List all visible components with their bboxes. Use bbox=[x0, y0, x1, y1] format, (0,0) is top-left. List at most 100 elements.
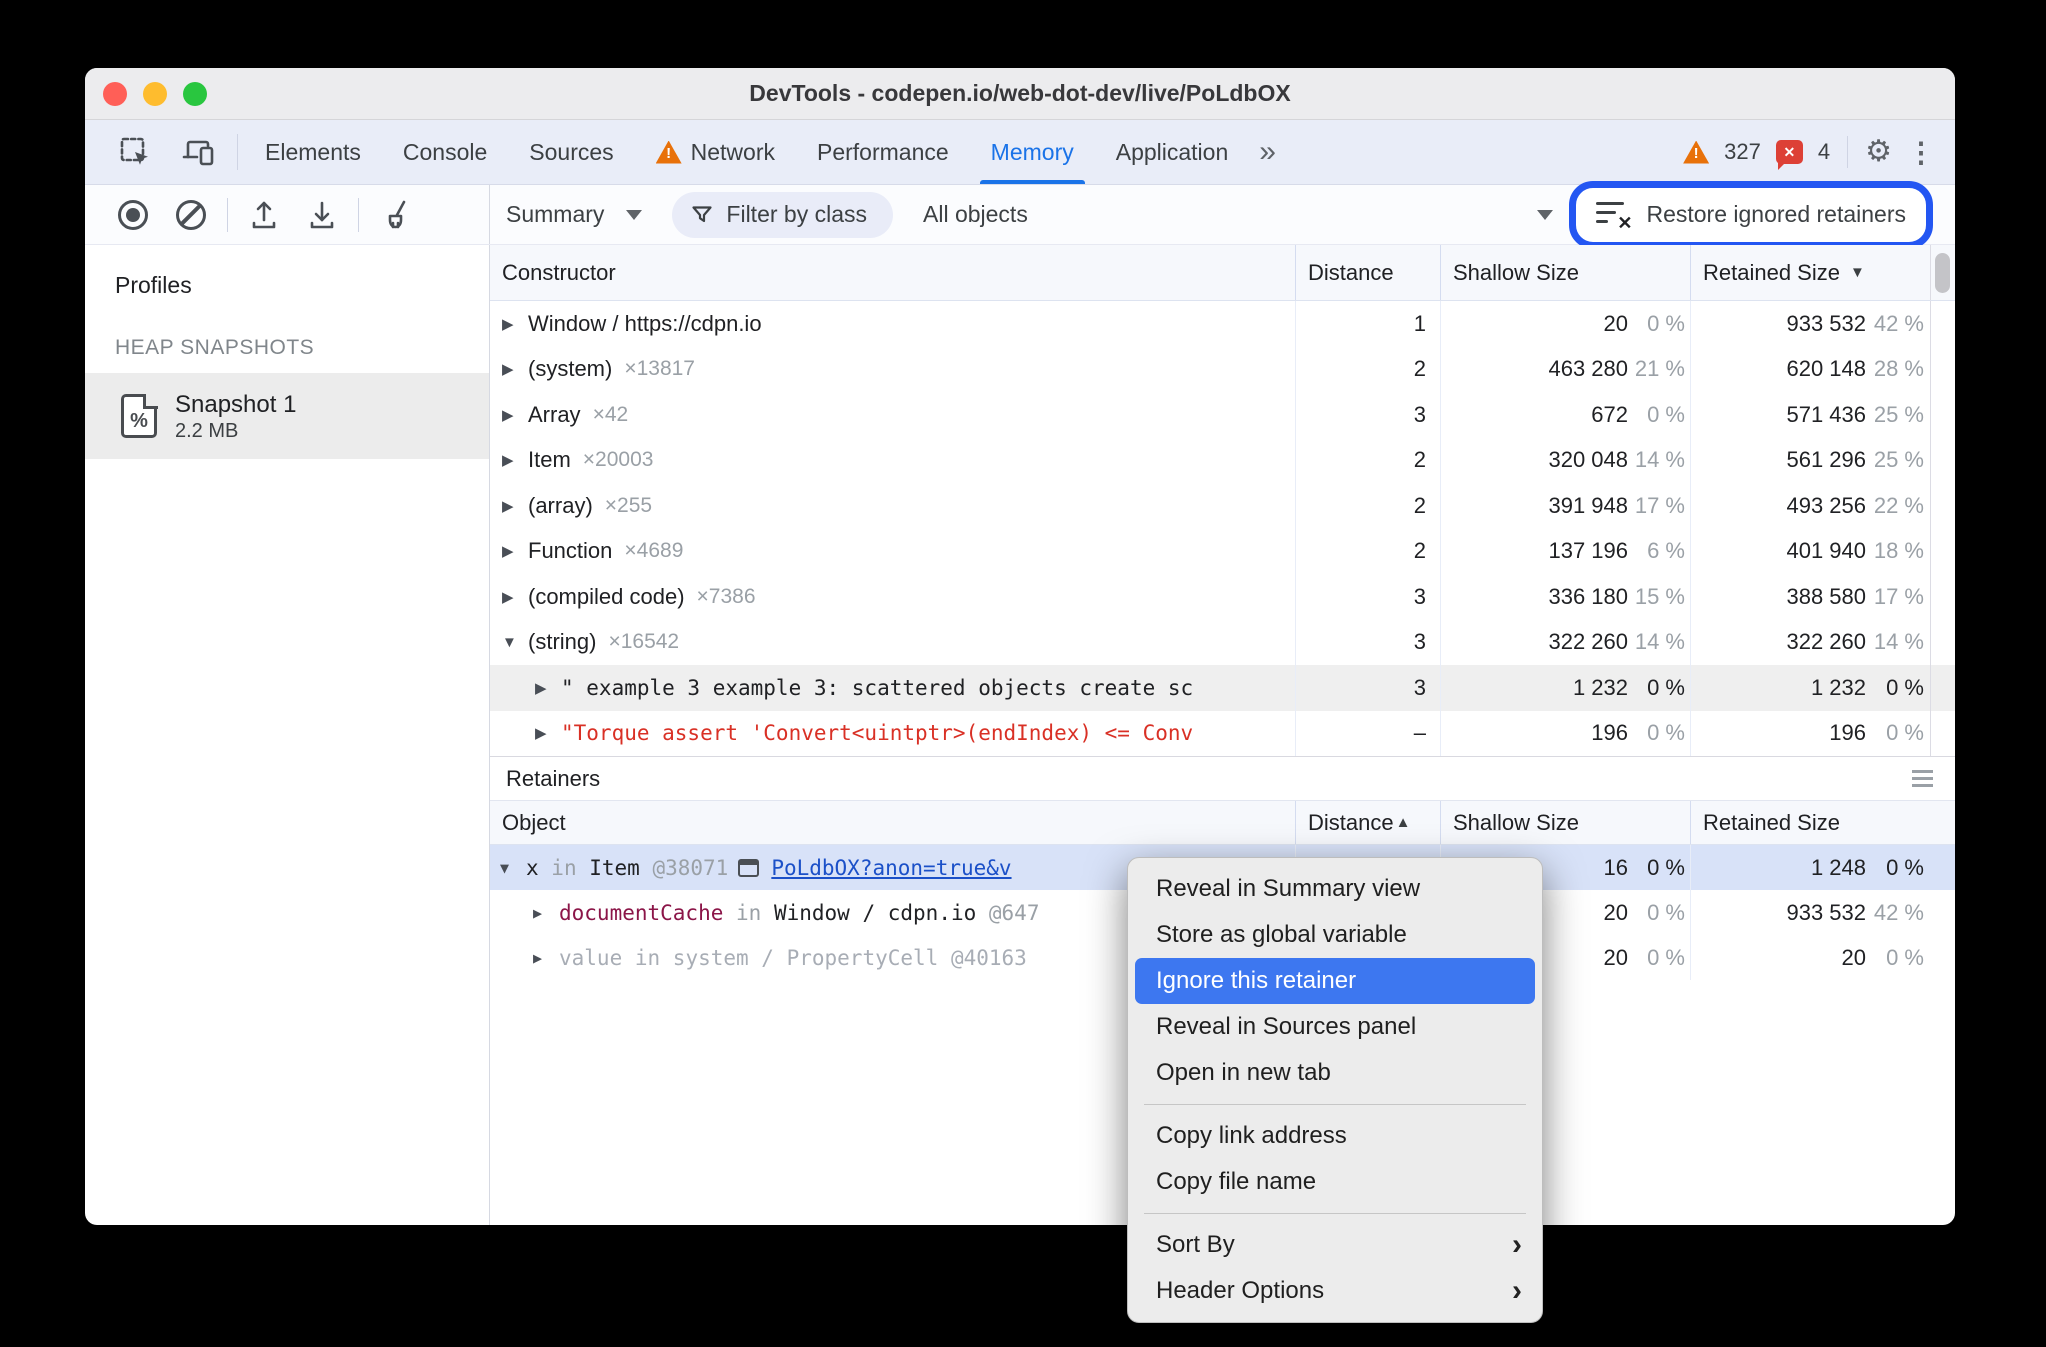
close-window-button[interactable] bbox=[103, 82, 127, 106]
tab-network[interactable]: ! Network bbox=[635, 120, 796, 184]
menu-divider bbox=[1144, 1104, 1526, 1105]
table-row[interactable]: ▶ (system) ×13817 2 463 280 21 % 620 148 28 … bbox=[490, 346, 1955, 392]
tab-performance[interactable]: Performance bbox=[796, 120, 970, 184]
restore-ignored-retainers-button[interactable]: ✕ Restore ignored retainers bbox=[1569, 180, 1933, 249]
column-header-constructor[interactable]: Constructor bbox=[490, 245, 1295, 300]
network-warning-icon: ! bbox=[655, 140, 682, 164]
clear-profiles-icon[interactable] bbox=[165, 193, 217, 237]
menu-item-copy-file-name[interactable]: Copy file name bbox=[1128, 1159, 1542, 1205]
menu-item-open-in-new-tab[interactable]: Open in new tab bbox=[1128, 1050, 1542, 1096]
zoom-window-button[interactable] bbox=[183, 82, 207, 106]
reveal-object-icon[interactable] bbox=[738, 858, 760, 877]
expand-icon[interactable]: ▶ bbox=[502, 406, 528, 424]
expand-icon[interactable]: ▶ bbox=[533, 949, 559, 967]
collapse-icon[interactable]: ▼ bbox=[502, 634, 528, 651]
load-profile-icon[interactable] bbox=[238, 193, 290, 237]
context-menu: Reveal in Summary view Store as global v… bbox=[1127, 857, 1543, 1323]
record-heap-snapshot-icon[interactable] bbox=[107, 193, 159, 237]
warning-count[interactable]: 327 bbox=[1724, 139, 1761, 165]
tab-console[interactable]: Console bbox=[382, 120, 508, 184]
expand-icon[interactable]: ▶ bbox=[502, 542, 528, 560]
expand-icon[interactable]: ▶ bbox=[502, 588, 528, 606]
expand-icon[interactable]: ▶ bbox=[502, 451, 528, 469]
perspective-select[interactable]: Summary bbox=[506, 201, 604, 228]
sidebar-item-snapshot-1[interactable]: % Snapshot 1 2.2 MB bbox=[85, 373, 489, 459]
collapse-icon[interactable]: ▼ bbox=[500, 859, 526, 877]
table-row[interactable]: ▶ (compiled code) ×7386 3 336 180 15 % 388 … bbox=[490, 574, 1955, 620]
menu-item-sort-by[interactable]: Sort By › bbox=[1128, 1222, 1542, 1268]
profiles-heading: Profiles bbox=[115, 272, 192, 298]
tab-application[interactable]: Application bbox=[1095, 120, 1250, 184]
snapshot-name: Snapshot 1 bbox=[175, 390, 297, 418]
devtools-window: DevTools - codepen.io/web-dot-dev/live/P… bbox=[85, 68, 1955, 1225]
snapshot-size: 2.2 MB bbox=[175, 419, 239, 442]
save-profile-icon[interactable] bbox=[296, 193, 348, 237]
warnings-icon[interactable]: ! bbox=[1683, 140, 1710, 164]
more-tabs-icon[interactable]: » bbox=[1249, 120, 1286, 184]
submenu-chevron-icon: › bbox=[1512, 1274, 1522, 1307]
menu-item-store-as-global-variable[interactable]: Store as global variable bbox=[1128, 912, 1542, 958]
errors-icon[interactable]: ✕ bbox=[1775, 140, 1803, 170]
expand-icon[interactable]: ▶ bbox=[502, 315, 528, 333]
sort-ascending-icon: ▲ bbox=[1395, 814, 1411, 831]
retainers-table-header: Object Distance ▲ Shallow Size Retained S… bbox=[490, 800, 1955, 845]
table-row[interactable]: ▶ Window / https://cdpn.io 1 20 0 % 933 53… bbox=[490, 301, 1955, 347]
objects-filter-select[interactable]: All objects bbox=[923, 201, 1028, 228]
scrollbar-thumb[interactable] bbox=[1935, 253, 1950, 293]
column-header-retained-size[interactable]: Retained Size bbox=[1690, 801, 1930, 844]
column-header-object[interactable]: Object bbox=[490, 801, 1295, 844]
column-header-distance[interactable]: Distance ▲ bbox=[1295, 801, 1440, 844]
class-filter-placeholder: Filter by class bbox=[726, 201, 867, 227]
expand-icon[interactable]: ▶ bbox=[533, 904, 559, 922]
tabbar-status: ! 327 ✕ 4 ⚙ ⋮ bbox=[1683, 120, 1935, 184]
chevron-down-icon[interactable] bbox=[1537, 209, 1554, 220]
retainers-title: Retainers bbox=[506, 765, 601, 791]
settings-gear-icon[interactable]: ⚙ bbox=[1865, 137, 1892, 167]
column-header-retained-size[interactable]: Retained Size ▼ bbox=[1690, 245, 1930, 300]
profile-controls bbox=[85, 185, 490, 244]
heap-snapshots-section-label: HEAP SNAPSHOTS bbox=[115, 336, 315, 359]
source-link[interactable]: PoLdbOX?anon=true&v bbox=[771, 856, 1011, 880]
class-filter-input[interactable]: Filter by class bbox=[672, 191, 893, 238]
tab-label: Memory bbox=[990, 138, 1074, 165]
expand-icon[interactable]: ▶ bbox=[535, 724, 561, 742]
tab-label: Network bbox=[690, 138, 775, 165]
table-row[interactable]: ▶ Array ×42 3 672 0 % 571 436 25 % bbox=[490, 392, 1955, 438]
expand-icon[interactable]: ▶ bbox=[535, 679, 561, 697]
tab-label: Elements bbox=[265, 138, 361, 165]
chevron-down-icon[interactable] bbox=[626, 209, 643, 220]
column-header-distance[interactable]: Distance bbox=[1295, 245, 1440, 300]
filter-icon bbox=[692, 205, 713, 222]
menu-item-reveal-in-summary-view[interactable]: Reveal in Summary view bbox=[1128, 866, 1542, 912]
expand-icon[interactable]: ▶ bbox=[502, 497, 528, 515]
table-row[interactable]: ▶ Item ×20003 2 320 048 14 % 561 296 25 % bbox=[490, 437, 1955, 483]
inspect-element-icon[interactable] bbox=[103, 120, 167, 184]
retainers-menu-icon[interactable] bbox=[1912, 770, 1933, 787]
tabbar-separator bbox=[237, 134, 238, 170]
memory-toolbar: Summary Filter by class All objects ✕ Re… bbox=[85, 180, 1955, 249]
table-row[interactable]: ▶ Function ×4689 2 137 196 6 % 401 940 18 % bbox=[490, 528, 1955, 574]
overflow-menu-icon[interactable]: ⋮ bbox=[1907, 136, 1935, 169]
error-count[interactable]: 4 bbox=[1818, 139, 1830, 165]
devtools-tabbar: Elements Console Sources ! Network Perfo… bbox=[85, 120, 1955, 185]
scrollbar[interactable] bbox=[1930, 245, 1955, 300]
menu-item-copy-link-address[interactable]: Copy link address bbox=[1128, 1113, 1542, 1159]
table-row-selected[interactable]: ▶ " example 3 example 3: scattered object… bbox=[490, 665, 1955, 711]
table-row[interactable]: ▼ (string) ×16542 3 322 260 14 % 322 260 14 … bbox=[490, 619, 1955, 665]
minimize-window-button[interactable] bbox=[143, 82, 167, 106]
column-header-shallow-size[interactable]: Shallow Size bbox=[1440, 801, 1690, 844]
expand-icon[interactable]: ▶ bbox=[502, 360, 528, 378]
toolbar-separator bbox=[227, 197, 228, 232]
clean-garbage-brush-icon[interactable] bbox=[369, 193, 421, 237]
menu-item-ignore-this-retainer[interactable]: Ignore this retainer bbox=[1135, 958, 1535, 1004]
tab-elements[interactable]: Elements bbox=[244, 120, 382, 184]
tab-memory[interactable]: Memory bbox=[970, 120, 1095, 184]
menu-item-header-options[interactable]: Header Options › bbox=[1128, 1268, 1542, 1314]
menu-item-reveal-in-sources-panel[interactable]: Reveal in Sources panel bbox=[1128, 1004, 1542, 1050]
column-header-shallow-size[interactable]: Shallow Size bbox=[1440, 245, 1690, 300]
device-toolbar-icon[interactable] bbox=[167, 120, 231, 184]
table-row[interactable]: ▶ "Torque assert 'Convert<uintptr>(endInd… bbox=[490, 710, 1955, 756]
table-row[interactable]: ▶ (array) ×255 2 391 948 17 % 493 256 22 % bbox=[490, 483, 1955, 529]
tab-sources[interactable]: Sources bbox=[508, 120, 634, 184]
restore-button-label: Restore ignored retainers bbox=[1646, 201, 1906, 227]
